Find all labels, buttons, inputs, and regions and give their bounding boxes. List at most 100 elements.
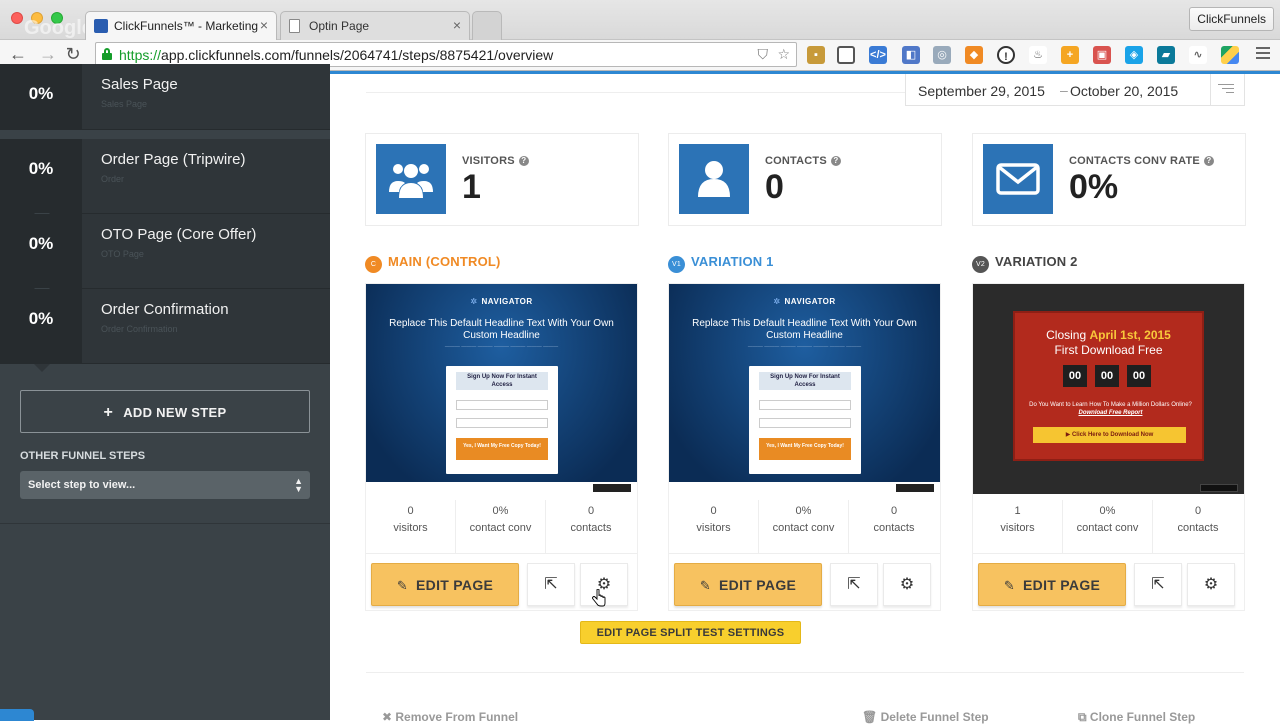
preview-countdown-panel: Closing April 1st, 2015 First Download Fr… bbox=[1013, 311, 1204, 461]
edit-pencil-icon: ✎ bbox=[699, 578, 712, 593]
select-caret-icon: ▲ ▼ bbox=[294, 476, 303, 494]
external-link-icon[interactable]: ⇱ bbox=[1134, 563, 1182, 606]
browser-tab-clickfunnels[interactable]: ClickFunnels™ - Marketing × bbox=[85, 11, 277, 40]
edit-page-button[interactable]: ✎ EDIT PAGE bbox=[978, 563, 1126, 606]
divider bbox=[366, 672, 1244, 673]
code-extension-icon[interactable]: </> bbox=[869, 46, 887, 64]
tab-close-icon[interactable]: × bbox=[260, 17, 268, 33]
bookmark-star-icon[interactable]: ☆ bbox=[777, 46, 790, 63]
filter-lines-icon[interactable] bbox=[1210, 74, 1244, 105]
info-icon[interactable]: ! bbox=[997, 46, 1015, 64]
variation-card-v1: ✲ NAVIGATOR Replace This Default Headline… bbox=[668, 283, 941, 611]
edit-page-button[interactable]: ✎ EDIT PAGE bbox=[371, 563, 519, 606]
browser-menu-icon[interactable] bbox=[1256, 47, 1270, 62]
extension-icon[interactable]: ◆ bbox=[965, 46, 983, 64]
profile-button[interactable]: ClickFunnels bbox=[1189, 7, 1274, 31]
add-new-step-button[interactable]: + ADD NEW STEP bbox=[20, 390, 310, 433]
gear-icon[interactable]: ⚙ bbox=[1187, 563, 1235, 606]
camera-icon[interactable]: ◎ bbox=[933, 46, 951, 64]
back-arrow-icon[interactable]: ← bbox=[8, 44, 28, 65]
extension-icon[interactable]: ▣ bbox=[1093, 46, 1111, 64]
preview-subheadline: ——— ——— ——— ——— ——— ——— ——— bbox=[444, 344, 559, 350]
clone-funnel-step-link[interactable]: ⧉ Clone Funnel Step bbox=[1078, 710, 1195, 725]
variation-stats: 0 visitors 0% contact conv 0 contacts bbox=[366, 500, 637, 553]
extension-icon[interactable]: ◈ bbox=[1125, 46, 1143, 64]
page-favicon-icon bbox=[289, 19, 300, 33]
help-icon[interactable]: ? bbox=[518, 156, 529, 166]
step-percent: 0% bbox=[0, 289, 82, 363]
drive-icon[interactable] bbox=[1221, 46, 1239, 64]
browser-tab-strip: Google ClickFunnels™ - Marketing × Optin… bbox=[0, 0, 1280, 40]
close-window-button[interactable] bbox=[11, 12, 23, 24]
stat-value: 0 bbox=[765, 168, 784, 206]
date-start: September 29, 2015 bbox=[918, 83, 1045, 99]
extension-icon[interactable]: ▪ bbox=[807, 46, 825, 64]
variation-actions: ✎ EDIT PAGE ⇱ ⚙ bbox=[669, 553, 940, 611]
edit-page-button[interactable]: ✎ EDIT PAGE bbox=[674, 563, 822, 606]
step-percent: 0% bbox=[0, 214, 82, 288]
page-preview-thumbnail[interactable]: ✲ NAVIGATOR Replace This Default Headline… bbox=[669, 284, 940, 494]
shield-icon[interactable]: ⛉ bbox=[758, 46, 769, 63]
forward-arrow-icon[interactable]: → bbox=[38, 44, 58, 65]
screen-capture-icon[interactable] bbox=[837, 46, 855, 64]
preview-subheadline: ——— ——— ——— ——— ——— ——— ——— bbox=[747, 344, 862, 350]
step-percent: 0% bbox=[0, 64, 82, 129]
edit-pencil-icon: ✎ bbox=[396, 578, 409, 593]
stat-label: CONTACTS CONV RATE? bbox=[1069, 155, 1214, 167]
funnel-step-order-page[interactable]: 0% Order Page (Tripwire) Order bbox=[0, 138, 330, 214]
chat-widget-tab[interactable] bbox=[0, 709, 34, 721]
edit-pencil-icon: ✎ bbox=[1003, 578, 1016, 593]
help-icon[interactable]: ? bbox=[830, 156, 841, 166]
main-content: September 29, 2015 – October 20, 2015 VI… bbox=[330, 74, 1280, 724]
step-percent: 0% bbox=[0, 139, 82, 213]
step-subtitle: Order bbox=[101, 174, 125, 184]
variation-header-v2: V2 VARIATION 2 bbox=[972, 254, 1078, 273]
stat-value: 0% bbox=[1069, 168, 1119, 206]
external-link-icon[interactable]: ⇱ bbox=[527, 563, 575, 606]
tab-close-icon[interactable]: × bbox=[453, 17, 461, 33]
help-icon[interactable]: ? bbox=[1203, 156, 1214, 166]
stat-label: CONTACTS? bbox=[765, 155, 841, 167]
funnel-step-oto-page[interactable]: 0% OTO Page (Core Offer) OTO Page bbox=[0, 213, 330, 289]
page-preview-thumbnail[interactable]: ✲ NAVIGATOR Replace This Default Headline… bbox=[366, 284, 637, 494]
extension-icon[interactable]: ▰ bbox=[1157, 46, 1175, 64]
contacts-stat-card: CONTACTS? 0 bbox=[668, 133, 942, 226]
contact-conv-cell: 0% contact conv bbox=[759, 500, 849, 553]
preview-headline: Replace This Default Headline Text With … bbox=[692, 318, 917, 341]
funnel-step-sales-page[interactable]: 0% Sales Page Sales Page bbox=[0, 64, 330, 130]
gear-icon[interactable]: ⚙ bbox=[883, 563, 931, 606]
visitors-cell: 1 visitors bbox=[973, 500, 1063, 553]
extension-icon[interactable]: ◧ bbox=[902, 46, 920, 64]
step-select-dropdown[interactable]: Select step to view... ▲ ▼ bbox=[20, 471, 310, 499]
date-range-picker[interactable]: September 29, 2015 – October 20, 2015 bbox=[905, 74, 1245, 106]
delete-funnel-step-link[interactable]: 🗑 Delete Funnel Step bbox=[862, 710, 989, 724]
preview-optin-form: Sign Up Now For Instant Access Yes, I Wa… bbox=[749, 366, 861, 474]
user-icon bbox=[679, 144, 749, 214]
conv-rate-stat-card: CONTACTS CONV RATE? 0% bbox=[972, 133, 1246, 226]
new-tab-button[interactable] bbox=[472, 11, 502, 40]
funnel-step-order-confirmation[interactable]: 0% Order Confirmation Order Confirmation bbox=[0, 288, 330, 364]
variation-stats: 0 visitors 0% contact conv 0 contacts bbox=[669, 500, 940, 553]
browser-tab-optin[interactable]: Optin Page × bbox=[280, 11, 470, 40]
edit-split-test-settings-button[interactable]: EDIT PAGE SPLIT TEST SETTINGS bbox=[580, 621, 801, 644]
remove-from-funnel-link[interactable]: ✖ Remove From Funnel bbox=[382, 710, 518, 724]
plus-extension-icon[interactable]: + bbox=[1061, 46, 1079, 64]
date-end: October 20, 2015 bbox=[1070, 83, 1179, 99]
mouse-pointer-icon bbox=[592, 589, 606, 607]
variation-stats: 1 visitors 0% contact conv 0 contacts bbox=[973, 500, 1244, 553]
step-subtitle: Sales Page bbox=[101, 99, 148, 109]
variation-badge: V2 bbox=[972, 256, 989, 273]
pulse-icon[interactable]: ∿ bbox=[1189, 46, 1207, 64]
page-preview-thumbnail[interactable]: Closing April 1st, 2015 First Download Fr… bbox=[973, 284, 1244, 494]
variation-header-main: C MAIN (CONTROL) bbox=[365, 254, 501, 273]
external-link-icon[interactable]: ⇱ bbox=[830, 563, 878, 606]
variation-header-v1: V1 VARIATION 1 bbox=[668, 254, 774, 273]
flame-icon[interactable]: ♨ bbox=[1029, 46, 1047, 64]
variation-badge: V1 bbox=[668, 256, 685, 273]
variation-card-v2: Closing April 1st, 2015 First Download Fr… bbox=[972, 283, 1245, 611]
date-separator: – bbox=[1060, 82, 1068, 98]
reload-icon[interactable]: ↻ bbox=[63, 44, 83, 65]
step-name: Order Page (Tripwire) bbox=[101, 151, 246, 168]
step-subtitle: OTO Page bbox=[101, 249, 144, 259]
clickfunnels-favicon-icon bbox=[94, 19, 108, 33]
